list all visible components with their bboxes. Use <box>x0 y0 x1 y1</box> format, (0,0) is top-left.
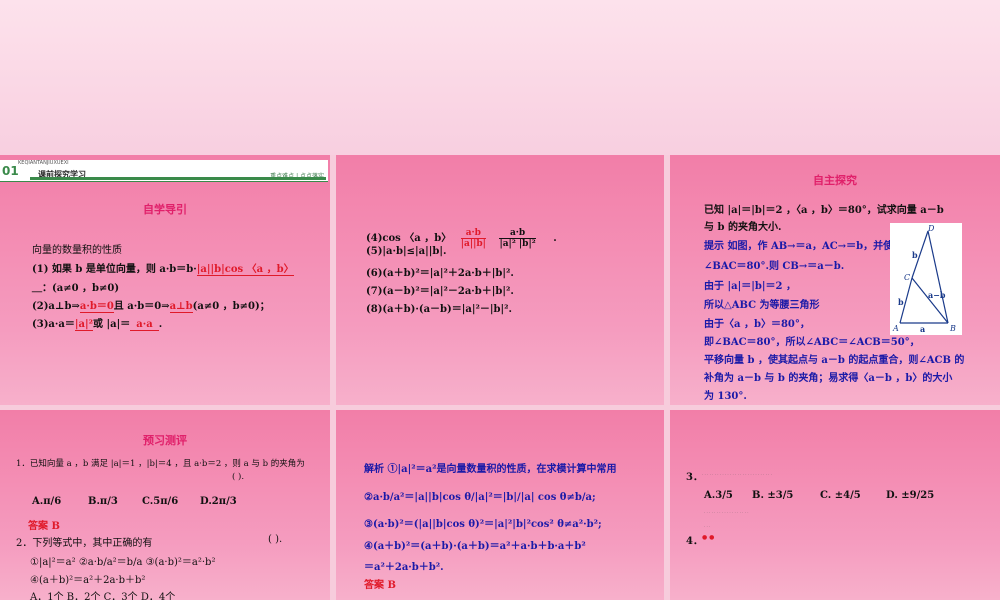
slide-preview-test[interactable]: 预习测评 1．已知向量 a ，b 满足 |a|＝1 ，|b|＝4 ，且 a·b＝… <box>0 410 330 600</box>
solution-line-1: 解析 ①|a|²＝a²是向量数量积的性质，在求模计算中常用 <box>364 464 617 475</box>
q3-option-c: C. ±4/5 <box>820 490 861 501</box>
q1-option-a: A.π/6 <box>32 496 62 507</box>
faint-note: · · · · · · · · · · · · · · · · · · <box>704 510 749 515</box>
banner-bar <box>30 177 326 180</box>
fraction-denominator: |a||b| <box>460 239 486 249</box>
question-2-options: A．1个 B．2个 C．3个 D．4个 <box>30 592 176 600</box>
property-8: (8)(a＋b)·(a－b)＝|a|²－|b|². <box>366 304 513 315</box>
answer: 答案 B <box>364 580 396 591</box>
question-2-items-1: ①|a|²＝a² ②a·b/a²＝b/a ③(a·b)²＝a²·b² <box>30 557 216 568</box>
fig-label: a <box>920 324 925 334</box>
triangle-figure: D b C a−b b A a B <box>890 223 962 335</box>
property-2-mid: 且 a·b＝0⇒ <box>113 301 170 312</box>
solution-line-2: ②a·b/a²＝|a||b|cos θ/|a|²＝|b|/|a| cos θ≠b… <box>364 492 596 503</box>
q3-option-d: D. ±9/25 <box>886 490 935 501</box>
banner-pinyin: KEQIANTANJIUXUEXI <box>18 160 69 166</box>
fill-blank: |a|² <box>74 319 94 331</box>
hint-line-6: 即∠BAC＝80°，所以∠ABC＝∠ACB＝50°， <box>704 337 920 348</box>
question-4-marker: ● ● <box>702 534 715 541</box>
hint-line-4: 所以△ABC 为等腰三角形 <box>704 300 820 311</box>
fig-label: B <box>949 324 956 333</box>
answer-1: 答案 B <box>28 521 60 532</box>
fig-label: b <box>898 297 904 307</box>
slide-self-study[interactable]: 01 KEQIANTANJIUXUEXI 课前探究学习 重点难点 | 点点落实 … <box>0 155 330 405</box>
question-2-items-2: ④(a＋b)²＝a²＋2a·b＋b² <box>30 575 146 586</box>
top-band <box>0 0 1000 155</box>
solution-line-5: ＝a²＋2a·b＋b². <box>364 562 444 573</box>
property-2: (2)a⊥b⇒a·b＝0且 a·b＝0⇒a⊥b(a≠0 ，b≠0)； <box>32 297 270 313</box>
q1-option-c: C.5π/6 <box>142 496 179 507</box>
q3-option-a: A.3/5 <box>704 490 733 501</box>
question-1-paren: ( ). <box>232 472 245 482</box>
hint-line-2: ∠BAC＝80°.则 CB→＝a－b. <box>704 261 845 272</box>
fraction-denominator: |a|² |b|² <box>499 239 536 249</box>
fig-label: A <box>892 324 899 333</box>
section-banner: 01 KEQIANTANJIUXUEXI 课前探究学习 重点难点 | 点点落实 <box>0 160 328 182</box>
fill-blank: |a||b|cos 〈a ，b〉 <box>196 264 294 276</box>
intro-text: 向量的数量积的性质 <box>32 245 122 256</box>
question-1: 1．已知向量 a ，b 满足 |a|＝1 ，|b|＝4 ，且 a·b＝2 ，则 … <box>16 459 305 469</box>
slide-heading: 预习测评 <box>143 434 187 447</box>
slide-self-explore[interactable]: 自主探究 已知 |a|＝|b|＝2 ，〈a ，b〉＝80°，试求向量 a－b 与… <box>670 155 1000 405</box>
q3-option-b: B. ±3/5 <box>752 490 794 501</box>
slide-heading: 自学导引 <box>143 203 187 216</box>
property-3-mid: 或 |a|＝ <box>93 319 131 330</box>
question-3-faint-text: · · · · · · · · · · · · · · · · · · · · … <box>702 472 772 477</box>
question-line-2: 与 b 的夹角大小. <box>704 222 782 233</box>
q1-option-d: D.2π/3 <box>200 496 237 507</box>
property-6: (6)(a＋b)²＝|a|²＋2a·b＋|b|². <box>366 268 514 279</box>
solution-line-4: ④(a＋b)²＝(a＋b)·(a＋b)＝a²＋a·b＋b·a＋b² <box>364 541 586 552</box>
fig-label: C <box>904 273 910 282</box>
fraction-numerator: a·b <box>499 228 536 239</box>
slide-solution[interactable]: 解析 ①|a|²＝a²是向量数量积的性质，在求模计算中常用 ②a·b/a²＝|a… <box>336 410 664 600</box>
triangle-diagram: D b C a−b b A a B <box>892 224 956 334</box>
question-4-number: 4． <box>686 536 703 547</box>
question-line-1: 已知 |a|＝|b|＝2 ，〈a ，b〉＝80°，试求向量 a－b <box>704 205 944 216</box>
property-1-text: (1) 如果 b 是单位向量，则 a·b＝b· <box>32 264 197 275</box>
hint-line-5: 由于〈a ，b〉＝80°， <box>704 319 810 330</box>
slide-heading: 自主探究 <box>813 174 857 187</box>
property-1: (1) 如果 b 是单位向量，则 a·b＝b·|a||b|cos 〈a ，b〉 <box>32 260 294 276</box>
property-1-cond: ＿：(a≠0 ，b≠0) <box>32 283 120 294</box>
hint-line-3: 由于 |a|＝|b|＝2 ， <box>704 281 796 292</box>
fraction-answer: a·b |a|² |b|² <box>499 228 536 249</box>
fraction-blank: a·b |a||b| <box>460 228 486 249</box>
hint-line-8: 补角为 a－b 与 b 的夹角；易求得〈a－b ，b〉的大小 <box>704 373 953 384</box>
faint-note: · · · <box>704 524 711 529</box>
property-4-text: (4)cos 〈a ，b〉 <box>366 233 452 244</box>
question-3-number: 3． <box>686 472 703 483</box>
fill-blank: a⊥b <box>169 301 193 313</box>
fraction-numerator: a·b <box>460 228 486 239</box>
fig-label: D <box>927 224 935 233</box>
fill-blank: a·a <box>130 319 159 331</box>
fig-label: b <box>912 250 918 260</box>
slide-properties[interactable]: (4)cos 〈a ，b〉 a·b |a||b| a·b |a|² |b|² .… <box>336 155 664 405</box>
hint-line-1: 提示 如图，作 AB→＝a，AC→＝b，并使 <box>704 241 894 252</box>
hint-line-9: 为 130°. <box>704 391 747 402</box>
solution-line-3: ③(a·b)²＝(|a||b|cos θ)²＝|a|²|b|²cos² θ≠a²… <box>364 519 602 530</box>
property-3: (3)a·a＝|a|²或 |a|＝ a·a. <box>32 315 163 331</box>
question-2: 2．下列等式中，其中正确的有 <box>16 538 153 549</box>
property-5: (5)|a·b|≤|a||b|. <box>366 246 447 257</box>
banner-number: 01 <box>2 164 19 178</box>
fig-label: a−b <box>928 290 946 300</box>
hint-line-7: 平移向量 b ，使其起点与 a－b 的起点重合，则∠ACB 的 <box>704 355 965 366</box>
property-2-cond: (a≠0 ，b≠0)； <box>192 301 270 312</box>
q1-option-b: B.π/3 <box>88 496 118 507</box>
property-7: (7)(a－b)²＝|a|²－2a·b＋|b|². <box>366 286 514 297</box>
property-3-text: (3)a·a＝ <box>32 319 75 330</box>
property-3-end: . <box>158 319 163 330</box>
property-2-text: (2)a⊥b⇒ <box>32 301 80 312</box>
question-2-paren: ( ). <box>268 534 283 545</box>
fill-blank: a·b＝0 <box>79 301 114 313</box>
slide-more-questions[interactable]: 3． · · · · · · · · · · · · · · · · · · ·… <box>670 410 1000 600</box>
